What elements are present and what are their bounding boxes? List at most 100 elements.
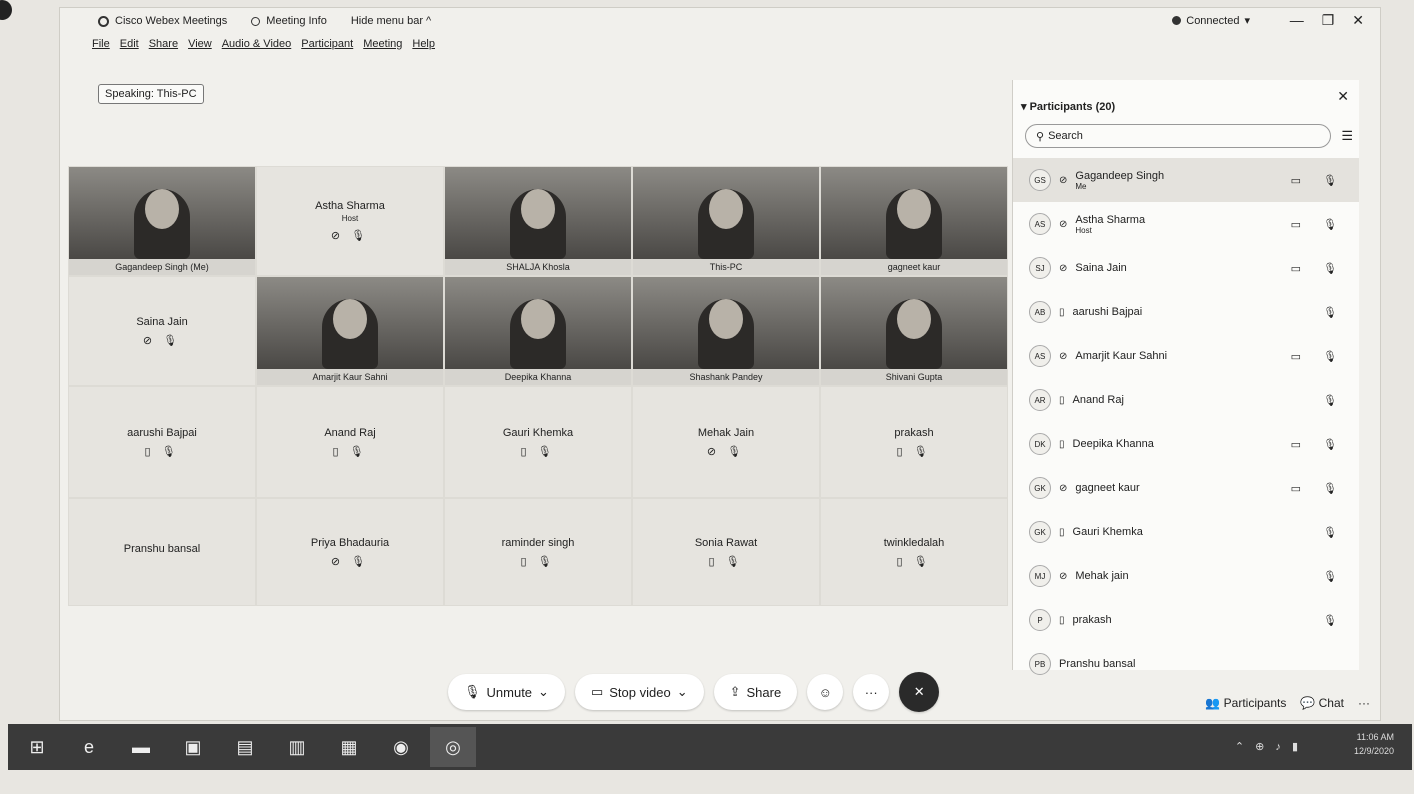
mic-icon[interactable]: 🎙 bbox=[1323, 394, 1337, 407]
mic-icon[interactable]: 🎙 bbox=[1323, 218, 1337, 231]
more-options-button[interactable]: ··· bbox=[853, 674, 890, 710]
mic-icon[interactable]: 🎙 bbox=[1323, 614, 1337, 627]
participant-row[interactable]: GS ⊘ Gagandeep Singh Me ▭ 🎙 bbox=[1013, 158, 1359, 202]
participant-tile[interactable]: Priya Bhadauria ⊘ 🎙 bbox=[256, 498, 444, 606]
participant-tile[interactable]: raminder singh ▯ 🎙 bbox=[444, 498, 632, 606]
chrome-icon[interactable]: ◉ bbox=[378, 727, 424, 767]
tray-icons[interactable]: ⌃ ⊕ ♪ ▮ bbox=[1235, 740, 1302, 753]
app-icon-1[interactable]: ▤ bbox=[222, 727, 268, 767]
mic-icon[interactable]: 🎙 bbox=[1323, 526, 1337, 539]
menu-edit[interactable]: Edit bbox=[120, 38, 139, 50]
participant-name-block: Anand Raj bbox=[1073, 394, 1124, 406]
participant-tile[interactable]: Pranshu bansal bbox=[68, 498, 256, 606]
participant-name: Gagandeep Singh bbox=[1075, 169, 1165, 182]
window-controls: — ❐ ✕ bbox=[1290, 12, 1364, 29]
list-options-icon[interactable]: ☰ bbox=[1341, 128, 1353, 144]
start-icon[interactable]: ⊞ bbox=[14, 727, 60, 767]
reactions-button[interactable]: ☺ bbox=[807, 674, 844, 710]
menu-help[interactable]: Help bbox=[412, 38, 435, 50]
menu-file[interactable]: File bbox=[92, 38, 110, 50]
hide-menu-bar[interactable]: Hide menu bar ^ bbox=[351, 15, 431, 27]
stop-video-button[interactable]: ▭ Stop video ⌄ bbox=[574, 674, 704, 710]
participant-row[interactable]: MJ ⊘ Mehak jain 🎙 bbox=[1013, 554, 1359, 598]
participant-tile[interactable]: Astha Sharma Host ⊘ 🎙 bbox=[256, 166, 444, 276]
meeting-info[interactable]: Meeting Info bbox=[251, 15, 327, 27]
participant-tile[interactable]: aarushi Bajpai ▯ 🎙 bbox=[68, 386, 256, 498]
menu-bar: File Edit Share View Audio & Video Parti… bbox=[92, 38, 435, 50]
participant-name: Gauri Khemka bbox=[1072, 526, 1143, 538]
webex-taskbar-icon[interactable]: ◎ bbox=[430, 727, 476, 767]
participant-row[interactable]: SJ ⊘ Saina Jain ▭ 🎙 bbox=[1013, 246, 1359, 290]
mic-icon[interactable]: 🎙 bbox=[1323, 438, 1337, 451]
menu-participant[interactable]: Participant bbox=[301, 38, 353, 50]
chat-toggle-button[interactable]: 💬 Chat bbox=[1300, 696, 1344, 710]
participants-toggle-button[interactable]: 👥 Participants bbox=[1205, 696, 1286, 710]
minimize-button[interactable]: — bbox=[1290, 12, 1304, 29]
participant-tile[interactable]: Shashank Pandey bbox=[632, 276, 820, 386]
participant-tile[interactable]: Deepika Khanna bbox=[444, 276, 632, 386]
app-icon-3[interactable]: ▦ bbox=[326, 727, 372, 767]
menu-audio-video[interactable]: Audio & Video bbox=[222, 38, 292, 50]
mic-icon[interactable]: 🎙 bbox=[1323, 262, 1337, 275]
chevron-down-icon[interactable]: ⌄ bbox=[677, 684, 688, 700]
participant-tile[interactable]: Mehak Jain ⊘ 🎙 bbox=[632, 386, 820, 498]
participant-tile[interactable]: Gagandeep Singh (Me) bbox=[68, 166, 256, 276]
video-feed bbox=[633, 167, 819, 259]
participant-tile[interactable]: Saina Jain ⊘ 🎙 bbox=[68, 276, 256, 386]
participant-row[interactable]: PB Pranshu bansal bbox=[1013, 642, 1359, 686]
more-panels-button[interactable]: ··· bbox=[1358, 696, 1370, 710]
tile-status-icons: ▯ 🎙 bbox=[896, 555, 932, 568]
video-feed bbox=[445, 167, 631, 259]
participants-header[interactable]: ▾ Participants (20) bbox=[1021, 100, 1115, 113]
menu-meeting[interactable]: Meeting bbox=[363, 38, 402, 50]
device-status-icon: ▯ bbox=[1059, 526, 1065, 538]
tile-status-icons: ▯ 🎙 bbox=[896, 445, 932, 458]
participant-row[interactable]: P ▯ prakash 🎙 bbox=[1013, 598, 1359, 642]
share-button[interactable]: ⇪ Share bbox=[713, 674, 798, 710]
share-icon: ⇪ bbox=[729, 684, 741, 699]
connection-status[interactable]: Connected ▾ bbox=[1172, 14, 1250, 27]
participant-row[interactable]: AS ⊘ Astha Sharma Host ▭ 🎙 bbox=[1013, 202, 1359, 246]
participant-tile[interactable]: This-PC bbox=[632, 166, 820, 276]
chevron-down-icon[interactable]: ⌄ bbox=[538, 684, 549, 700]
mic-icon[interactable]: 🎙 bbox=[1323, 350, 1337, 363]
store-icon[interactable]: ▣ bbox=[170, 727, 216, 767]
ie-browser-icon[interactable]: e bbox=[66, 727, 112, 767]
participant-tile[interactable]: Sonia Rawat ▯ 🎙 bbox=[632, 498, 820, 606]
app-title[interactable]: Cisco Webex Meetings bbox=[98, 15, 227, 27]
participant-row[interactable]: AR ▯ Anand Raj 🎙 bbox=[1013, 378, 1359, 422]
mic-icon[interactable]: 🎙 bbox=[1323, 570, 1337, 583]
participant-search[interactable]: ⚲ Search bbox=[1025, 124, 1331, 148]
participant-tile[interactable]: Amarjit Kaur Sahni bbox=[256, 276, 444, 386]
tile-name: Priya Bhadauria bbox=[310, 536, 390, 549]
mic-icon[interactable]: 🎙 bbox=[1323, 482, 1337, 495]
mic-icon[interactable]: 🎙 bbox=[1323, 306, 1337, 319]
participant-tile[interactable]: Shivani Gupta bbox=[820, 276, 1008, 386]
app-icon-2[interactable]: ▥ bbox=[274, 727, 320, 767]
participant-tile[interactable]: prakash ▯ 🎙 bbox=[820, 386, 1008, 498]
close-window-button[interactable]: ✕ bbox=[1352, 12, 1364, 29]
participant-row[interactable]: AB ▯ aarushi Bajpai 🎙 bbox=[1013, 290, 1359, 334]
participant-tile[interactable]: Gauri Khemka ▯ 🎙 bbox=[444, 386, 632, 498]
menu-share[interactable]: Share bbox=[149, 38, 178, 50]
participant-row[interactable]: AS ⊘ Amarjit Kaur Sahni ▭ 🎙 bbox=[1013, 334, 1359, 378]
clock[interactable]: 11:06 AM 12/9/2020 bbox=[1354, 730, 1394, 758]
restore-button[interactable]: ❐ bbox=[1322, 12, 1335, 29]
mic-icon[interactable]: 🎙 bbox=[1323, 174, 1337, 187]
menu-view[interactable]: View bbox=[188, 38, 212, 50]
participant-row[interactable]: DK ▯ Deepika Khanna ▭ 🎙 bbox=[1013, 422, 1359, 466]
leave-meeting-button[interactable]: ✕ bbox=[899, 672, 940, 712]
device-status-icon: ▯ bbox=[1059, 306, 1065, 318]
participant-tile[interactable]: twinkledalah ▯ 🎙 bbox=[820, 498, 1008, 606]
participant-row[interactable]: GK ▯ Gauri Khemka 🎙 bbox=[1013, 510, 1359, 554]
file-explorer-icon[interactable]: ▬ bbox=[118, 727, 164, 767]
participant-row[interactable]: GK ⊘ gagneet kaur ▭ 🎙 bbox=[1013, 466, 1359, 510]
unmute-button[interactable]: 🎙 Unmute ⌄ bbox=[448, 674, 565, 710]
tile-name: This-PC bbox=[633, 259, 819, 275]
participant-tile[interactable]: Anand Raj ▯ 🎙 bbox=[256, 386, 444, 498]
participant-tile[interactable]: SHALJA Khosla bbox=[444, 166, 632, 276]
device-status-icon: ⊘ bbox=[1059, 218, 1068, 230]
video-feed bbox=[821, 167, 1007, 259]
close-panel-icon[interactable]: ✕ bbox=[1337, 88, 1349, 105]
participant-tile[interactable]: gagneet kaur bbox=[820, 166, 1008, 276]
